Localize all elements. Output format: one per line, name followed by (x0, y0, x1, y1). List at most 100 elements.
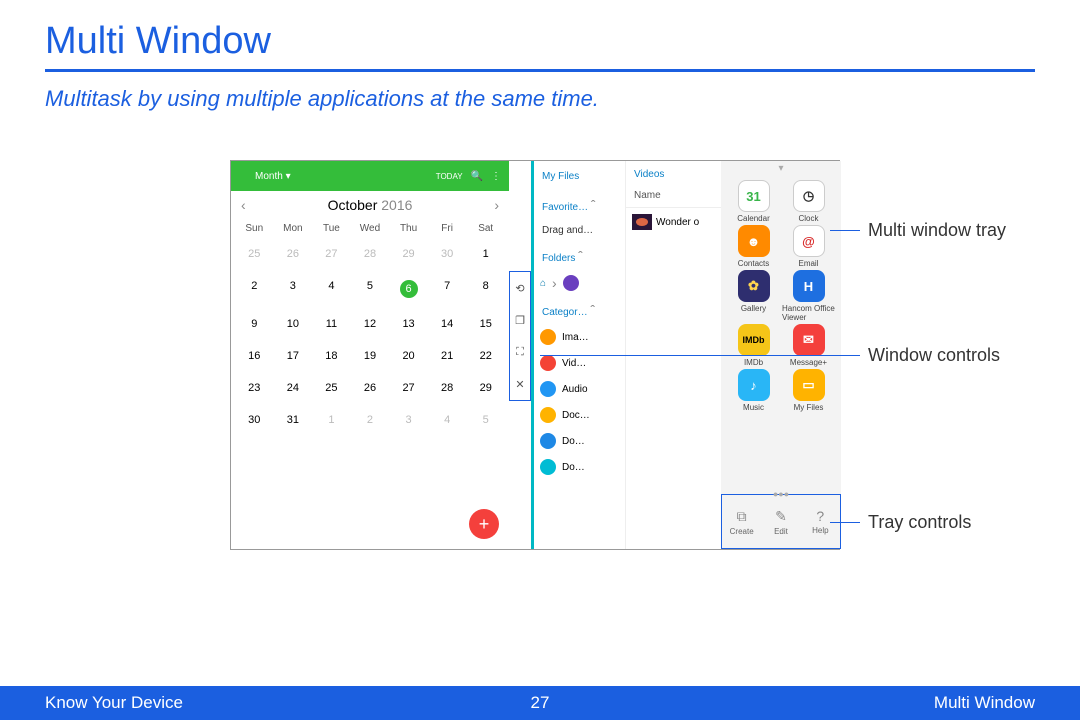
calendar-dow: Mon (274, 219, 313, 238)
calendar-today-button[interactable]: TODAY (436, 172, 463, 181)
app-label: Contacts (738, 259, 770, 268)
calendar-day-cell[interactable]: 19 (351, 340, 390, 372)
category-section[interactable]: Categor… ˆ (534, 296, 625, 324)
tray-app-hancom-office-viewer[interactable]: HHancom Office Viewer (782, 270, 835, 322)
footer-page-number: 27 (531, 693, 550, 713)
calendar-day-cell[interactable]: 17 (274, 340, 313, 372)
calendar-day-cell[interactable]: 7 (428, 270, 467, 308)
category-item[interactable]: Audio (534, 376, 625, 402)
calendar-day-cell[interactable]: 24 (274, 372, 313, 404)
category-label: Doc… (562, 410, 590, 421)
calendar-day-cell[interactable]: 26 (351, 372, 390, 404)
tray-control-create[interactable]: ⧉Create (722, 495, 761, 548)
app-icon: ☻ (738, 225, 770, 257)
page-title: Multi Window (45, 20, 1035, 63)
app-label: Clock (798, 214, 818, 223)
calendar-day-cell[interactable]: 22 (466, 340, 505, 372)
tray-app-clock[interactable]: ◷ Clock (782, 180, 835, 223)
maximize-icon[interactable]: ⛶ (516, 346, 524, 359)
calendar-day-cell[interactable]: 1 (466, 238, 505, 270)
calendar-day-cell[interactable]: 21 (428, 340, 467, 372)
category-item[interactable]: Do… (534, 454, 625, 480)
category-item[interactable]: Do… (534, 428, 625, 454)
close-icon[interactable]: ✕ (515, 378, 524, 391)
calendar-grid: SunMonTueWedThuFriSat2526272829301234567… (231, 219, 509, 436)
tray-handle-icon[interactable]: ▾ (721, 161, 841, 174)
calendar-day-cell[interactable]: 16 (235, 340, 274, 372)
favorite-section[interactable]: Favorite… ˆ (534, 191, 625, 219)
tray-app-email[interactable]: @ Email (782, 225, 835, 268)
calendar-day-cell[interactable]: 10 (274, 308, 313, 340)
next-month-button[interactable]: › (494, 197, 499, 213)
calendar-day-cell[interactable]: 30 (235, 404, 274, 436)
tray-app-my-files[interactable]: ▭My Files (782, 369, 835, 412)
tray-app-music[interactable]: ♪Music (727, 369, 780, 412)
add-event-fab[interactable]: + (469, 509, 499, 539)
calendar-day-cell[interactable]: 13 (389, 308, 428, 340)
calendar-header: Month ▾ TODAY 🔍 ⋮ (231, 161, 509, 191)
calendar-day-cell[interactable]: 28 (351, 238, 390, 270)
calendar-day-cell[interactable]: 28 (428, 372, 467, 404)
calendar-day-cell[interactable]: 18 (312, 340, 351, 372)
calendar-day-cell[interactable]: 14 (428, 308, 467, 340)
app-label: Music (743, 403, 764, 412)
file-row[interactable]: Wonder o (626, 208, 721, 236)
folder-icon (563, 275, 579, 291)
calendar-day-cell[interactable]: 5 (351, 270, 390, 308)
calendar-day-cell[interactable]: 8 (466, 270, 505, 308)
edit-icon: ✎ (775, 508, 787, 525)
more-icon[interactable]: ⋮ (491, 171, 501, 182)
search-icon[interactable]: 🔍 (471, 171, 483, 182)
breadcrumb-row[interactable]: ⌂ › (534, 270, 625, 296)
category-icon (540, 459, 556, 475)
app-label: Email (798, 259, 818, 268)
calendar-day-cell[interactable]: 23 (235, 372, 274, 404)
popup-window-icon[interactable]: ❐ (515, 314, 525, 327)
tray-app-contacts[interactable]: ☻ Contacts (727, 225, 780, 268)
calendar-day-cell[interactable]: 1 (312, 404, 351, 436)
app-icon: @ (793, 225, 825, 257)
window-controls-strip[interactable]: ⟲ ❐ ⛶ ✕ (509, 271, 531, 401)
calendar-day-cell[interactable]: 12 (351, 308, 390, 340)
title-divider (45, 69, 1035, 72)
calendar-day-cell[interactable]: 2 (351, 404, 390, 436)
calendar-day-cell[interactable]: 15 (466, 308, 505, 340)
category-label: Audio (562, 384, 588, 395)
prev-month-button[interactable]: ‹ (241, 197, 246, 213)
calendar-day-cell[interactable]: 5 (466, 404, 505, 436)
swap-windows-icon[interactable]: ⟲ (515, 282, 524, 295)
calendar-day-cell[interactable]: 25 (312, 372, 351, 404)
calendar-day-cell[interactable]: 3 (274, 270, 313, 308)
calendar-day-cell[interactable]: 3 (389, 404, 428, 436)
calendar-day-cell[interactable]: 26 (274, 238, 313, 270)
tray-control-label: Edit (774, 527, 788, 536)
calendar-day-cell[interactable]: 9 (235, 308, 274, 340)
calendar-day-cell[interactable]: 25 (235, 238, 274, 270)
files-folder-header[interactable]: Videos (626, 161, 721, 188)
calendar-day-cell[interactable]: 27 (389, 372, 428, 404)
calendar-day-cell[interactable]: 11 (312, 308, 351, 340)
tray-app-calendar[interactable]: 31Calendar (727, 180, 780, 223)
category-label: Do… (562, 462, 585, 473)
calendar-day-cell[interactable]: 27 (312, 238, 351, 270)
calendar-day-cell[interactable]: 20 (389, 340, 428, 372)
calendar-day-cell[interactable]: 30 (428, 238, 467, 270)
tray-control-edit[interactable]: ✎ Edit (761, 495, 800, 548)
tray-control-label: Help (812, 526, 828, 535)
calendar-dow: Sat (466, 219, 505, 238)
calendar-dow: Thu (389, 219, 428, 238)
calendar-day-cell[interactable]: 2 (235, 270, 274, 308)
calendar-day-cell[interactable]: 6 (389, 270, 428, 308)
app-icon: H (793, 270, 825, 302)
calendar-day-cell[interactable]: 4 (428, 404, 467, 436)
calendar-day-cell[interactable]: 31 (274, 404, 313, 436)
tray-app-gallery[interactable]: ✿Gallery (727, 270, 780, 322)
category-item[interactable]: Doc… (534, 402, 625, 428)
calendar-day-cell[interactable]: 29 (389, 238, 428, 270)
files-title: My Files (534, 161, 625, 191)
app-icon: ◷ (793, 180, 825, 212)
calendar-day-cell[interactable]: 4 (312, 270, 351, 308)
calendar-day-cell[interactable]: 29 (466, 372, 505, 404)
calendar-mode-dropdown[interactable]: Month ▾ (247, 171, 291, 182)
folders-section[interactable]: Folders ˆ (534, 242, 625, 270)
